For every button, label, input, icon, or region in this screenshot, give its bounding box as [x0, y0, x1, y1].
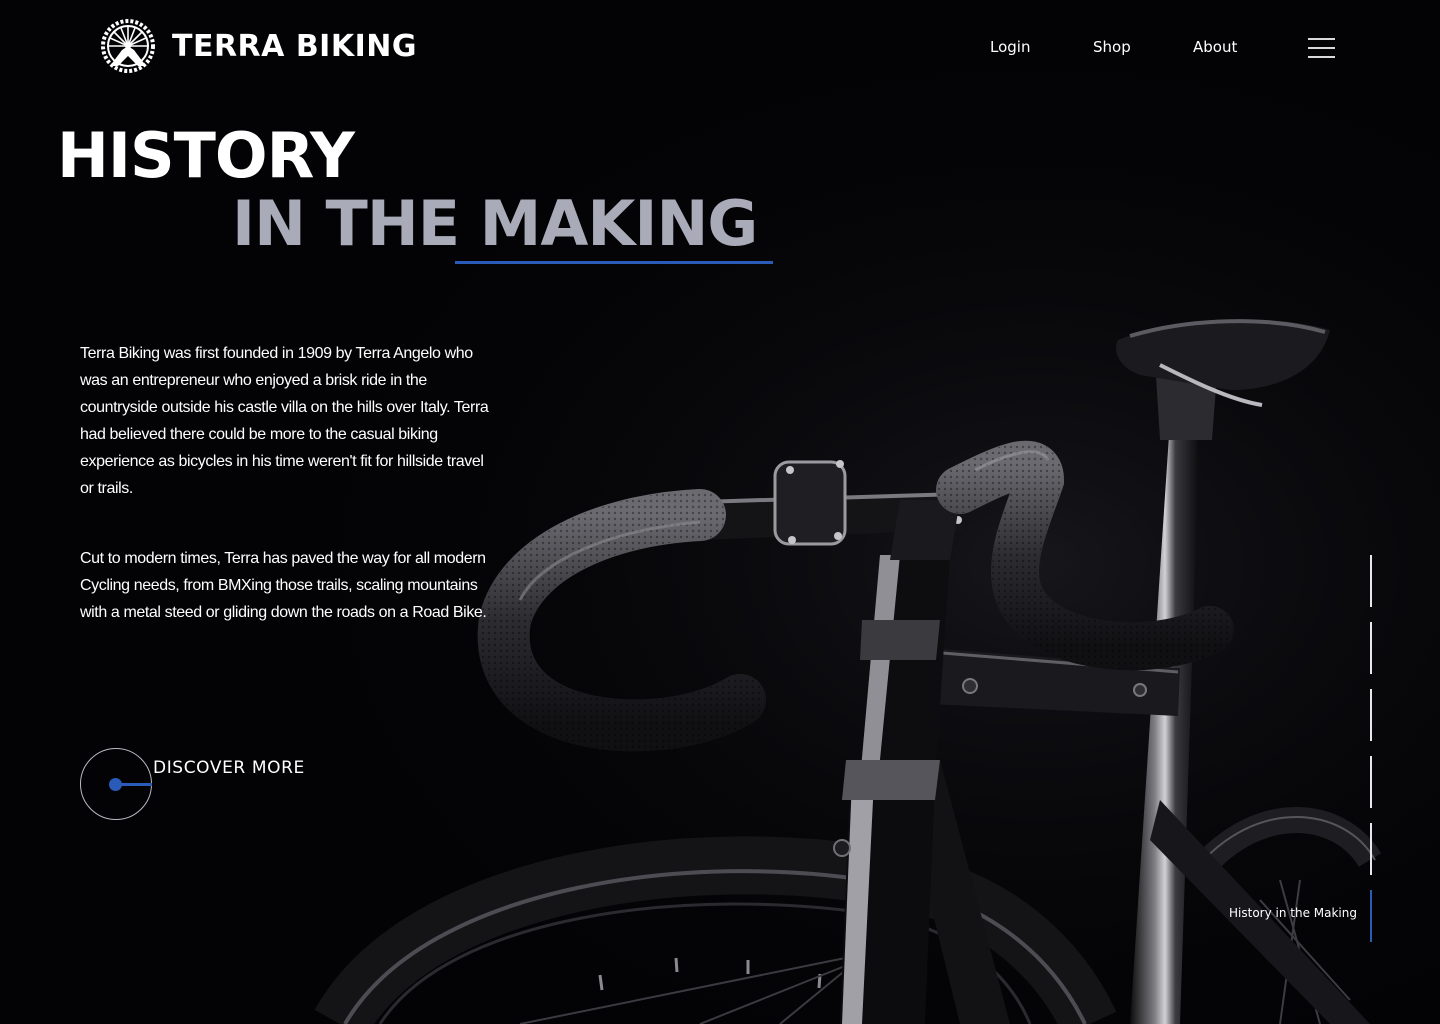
- history-paragraph: Terra Biking was first founded in 1909 b…: [80, 345, 489, 497]
- nav-shop[interactable]: Shop: [1093, 38, 1131, 56]
- section-indicator-label: History in the Making: [1229, 906, 1357, 920]
- section-indicator-tick[interactable]: [1370, 756, 1372, 808]
- modern-paragraph: Cut to modern times, Terra has paved the…: [80, 550, 487, 621]
- section-indicator-tick[interactable]: [1370, 622, 1372, 674]
- section-indicator-tick[interactable]: [1370, 890, 1372, 942]
- nav-login[interactable]: Login: [990, 38, 1030, 56]
- section-indicator-tick[interactable]: [1370, 555, 1372, 607]
- bike-wheel-logo-icon: [101, 19, 155, 73]
- hero-title-line2: IN THE MAKING: [232, 187, 758, 260]
- brand-name: TERRA BIKING: [172, 28, 417, 64]
- nav-about[interactable]: About: [1193, 38, 1237, 56]
- title-underline: [455, 261, 773, 264]
- section-indicator-tick[interactable]: [1370, 823, 1372, 875]
- section-indicator-tick[interactable]: [1370, 689, 1372, 741]
- discover-more-label: DISCOVER MORE: [153, 758, 305, 778]
- brand-logo[interactable]: TERRA BIKING: [90, 16, 417, 76]
- discover-more-button[interactable]: DISCOVER MORE: [80, 748, 320, 822]
- hero-title-line1: HISTORY: [57, 119, 355, 192]
- hamburger-menu-icon[interactable]: [1308, 38, 1335, 59]
